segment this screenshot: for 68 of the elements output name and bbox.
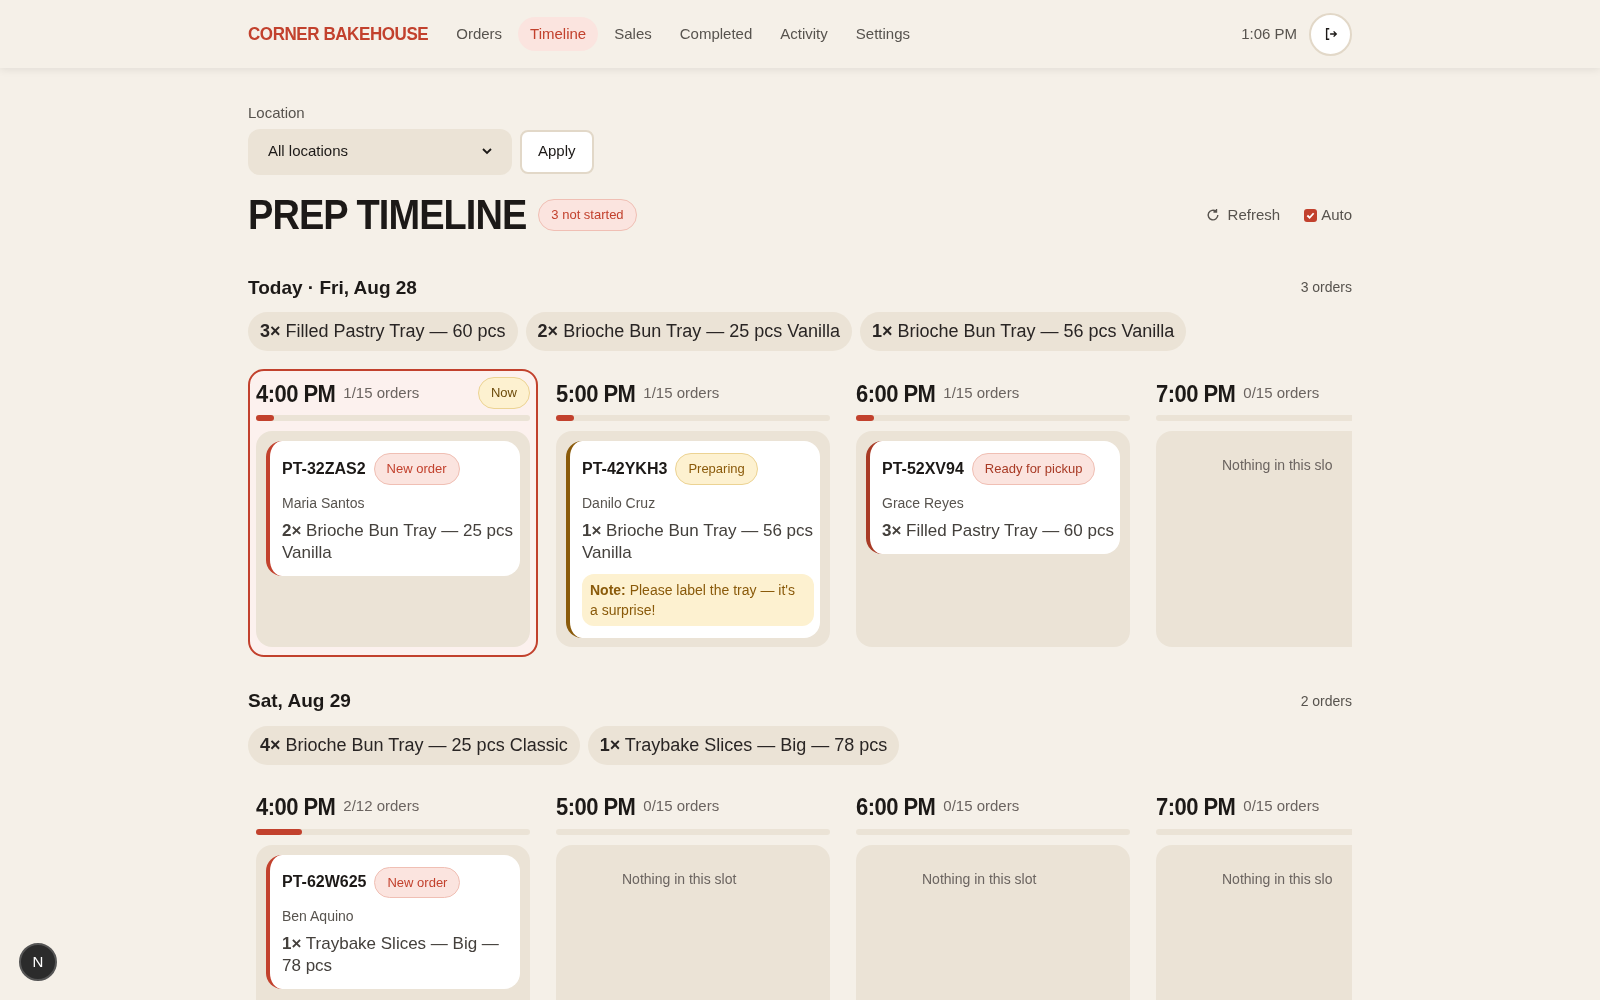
customer-name: Maria Santos (282, 493, 366, 513)
auto-checkbox[interactable] (1304, 208, 1318, 222)
empty-slot-message: Nothing in this slot (621, 869, 737, 889)
order-code: PT-32ZAS2 (282, 458, 366, 479)
slot-capacity: 2/12 orders (343, 796, 420, 817)
now-badge: Now (478, 377, 530, 409)
slot-capacity: 1/15 orders (343, 382, 420, 403)
slot-time: 6:00 PM (856, 378, 936, 409)
customer-name: Ben Aquino (282, 907, 355, 926)
status-badge: New order (374, 866, 461, 898)
nav-tab[interactable]: Timeline (518, 16, 599, 52)
customer-name: Danilo Cruz (582, 493, 657, 513)
slot-time: 4:00 PM (256, 378, 336, 409)
empty-slot-message: Nothing in this slo (1221, 456, 1333, 475)
auto-label: Auto (1321, 204, 1352, 225)
order-code: PT-42YKH3 (582, 458, 668, 479)
order-count: 3 orders (1300, 278, 1352, 298)
slot-time: 6:00 PM (856, 791, 936, 823)
product-summary-chip: 3× Filled Pastry Tray — 60 pcs (248, 312, 518, 351)
nav-tab[interactable]: Activity (768, 16, 840, 52)
not-started-badge: 3 not started (538, 199, 637, 231)
order-code: PT-52XV94 (882, 458, 964, 479)
product-summary-chip: 2× Brioche Bun Tray — 25 pcs Vanilla (525, 312, 852, 351)
empty-slot-message: Nothing in this slot (921, 869, 1037, 889)
slot-time: 7:00 PM (1156, 378, 1236, 409)
apply-button[interactable]: Apply (520, 129, 594, 174)
nav-tab[interactable]: Settings (843, 16, 922, 52)
slot-capacity: 1/15 orders (943, 382, 1020, 403)
dev-indicator[interactable]: N (19, 943, 57, 981)
order-item: 3× Filled Pastry Tray — 60 pcs (882, 519, 1114, 542)
chevron-down-icon (482, 148, 492, 155)
slot-capacity: 0/15 orders (943, 796, 1020, 817)
nav-tab[interactable]: Orders (444, 16, 515, 52)
slot-time: 7:00 PM (1156, 791, 1236, 823)
status-badge: New order (373, 453, 460, 485)
location-label: Location (248, 103, 306, 123)
product-summary-chip: 1× Traybake Slices — Big — 78 pcs (587, 725, 900, 765)
slot-capacity: 0/15 orders (1243, 382, 1320, 403)
clock-time: 1:06 PM (1241, 23, 1297, 44)
nav-tab[interactable]: Completed (667, 16, 765, 52)
page-title: PREP TIMELINE (248, 190, 527, 240)
product-summary-chip: 4× Brioche Bun Tray — 25 pcs Classic (248, 725, 580, 765)
order-note: Note: Please label the tray — it's a surprise! (582, 573, 814, 626)
logout-button[interactable] (1309, 12, 1352, 56)
empty-slot-message: Nothing in this slo (1221, 869, 1333, 889)
nav-tab[interactable]: Sales (602, 16, 664, 52)
order-code: PT-62W625 (282, 872, 367, 893)
slot-capacity: 0/15 orders (1243, 796, 1320, 817)
logout-icon (1323, 27, 1338, 41)
status-badge: Preparing (675, 453, 758, 485)
customer-name: Grace Reyes (882, 493, 965, 513)
day-heading: Sat, Aug 29 (248, 689, 351, 713)
slot-time: 5:00 PM (556, 791, 636, 823)
brand-logo[interactable]: CORNER BAKEHOUSE (248, 19, 429, 49)
slot-capacity: 0/15 orders (643, 796, 720, 817)
location-select[interactable]: All locations (248, 128, 512, 175)
order-item: 1× Brioche Bun Tray — 56 pcs Vanilla (582, 519, 814, 564)
slot-time: 4:00 PM (256, 791, 336, 823)
slot-time: 5:00 PM (556, 378, 636, 409)
order-item: 1× Traybake Slices — Big — 78 pcs (282, 933, 500, 977)
slot-capacity: 1/15 orders (643, 382, 720, 403)
product-summary-chip: 1× Brioche Bun Tray — 56 pcs Vanilla (859, 312, 1187, 351)
order-item: 2× Brioche Bun Tray — 25 pcs Vanilla (282, 519, 514, 564)
refresh-button[interactable]: Refresh (1205, 203, 1281, 227)
day-heading: Today · Fri, Aug 28 (248, 275, 417, 300)
refresh-icon (1205, 208, 1220, 222)
order-count: 2 orders (1300, 691, 1352, 711)
status-badge: Ready for pickup (971, 453, 1096, 485)
